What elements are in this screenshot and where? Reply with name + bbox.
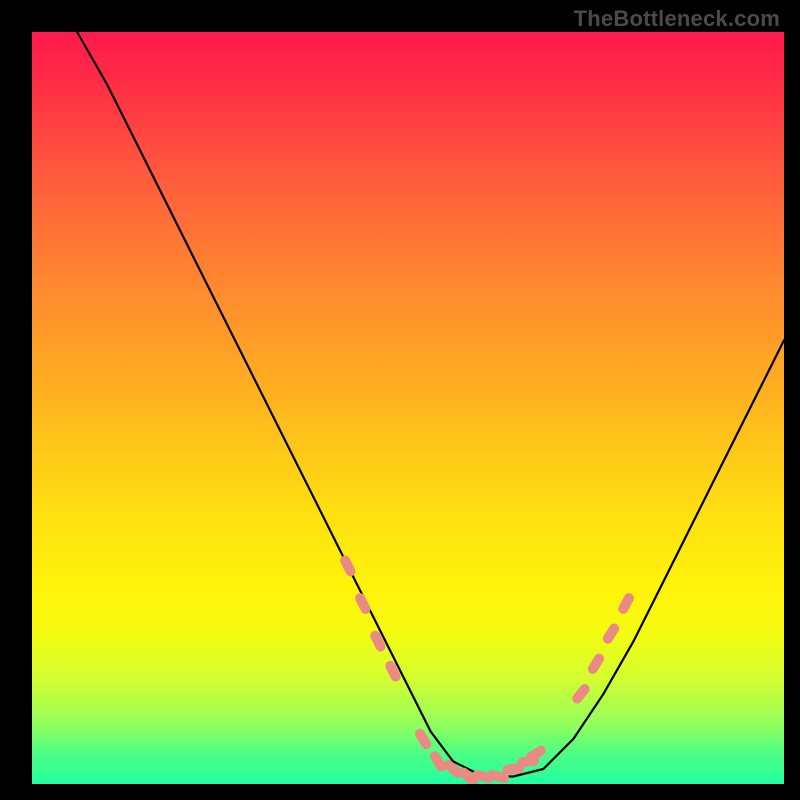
curve-layer	[32, 32, 784, 784]
marker-right-cluster-end	[617, 591, 636, 615]
marker-right-cluster-b	[586, 652, 606, 676]
plot-area	[32, 32, 784, 784]
marker-right-cluster-c	[601, 622, 621, 646]
chart-frame: TheBottleneck.com	[0, 0, 800, 800]
marker-valley-left-b	[428, 749, 448, 773]
watermark-text: TheBottleneck.com	[574, 6, 780, 32]
bottleneck-curve	[77, 32, 784, 777]
marker-right-cluster-a	[570, 682, 592, 705]
marker-group	[338, 554, 635, 784]
marker-left-cluster-a	[354, 591, 373, 615]
marker-left-cluster-start	[338, 554, 357, 578]
